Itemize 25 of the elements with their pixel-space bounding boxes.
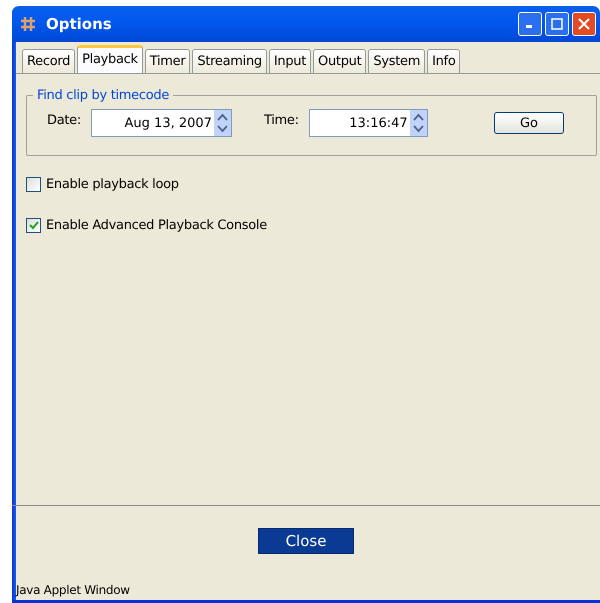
maximize-button[interactable] [545,12,569,36]
tab[interactable]: Timer [144,49,190,73]
group-title: Find clip by timecode [36,88,170,103]
go-button[interactable]: Go [494,112,564,134]
field-label: Time: [264,113,299,128]
checkbox-label: Enable Advanced Playback Console [46,218,267,233]
tab[interactable]: System [368,49,426,73]
grid-icon [20,16,36,32]
close-button[interactable]: Close [258,528,354,554]
checkbox[interactable] [26,177,41,192]
field-label: Date: [47,113,81,128]
checkbox[interactable] [26,218,41,233]
close-window-button[interactable] [572,12,596,36]
tab[interactable]: Playback [77,45,143,73]
checkbox-label: Enable playback loop [46,177,179,192]
tab[interactable]: Info [427,49,460,73]
tab[interactable]: Output [313,49,366,73]
tab[interactable]: Input [268,49,312,73]
tab[interactable]: Streaming [192,49,267,73]
status-text: Java Applet Window [16,583,130,597]
tab[interactable]: Record [22,49,76,73]
minimize-button[interactable] [518,12,542,36]
window-title: Options [46,15,112,33]
maximize-icon [551,18,563,30]
close-icon [578,18,590,30]
